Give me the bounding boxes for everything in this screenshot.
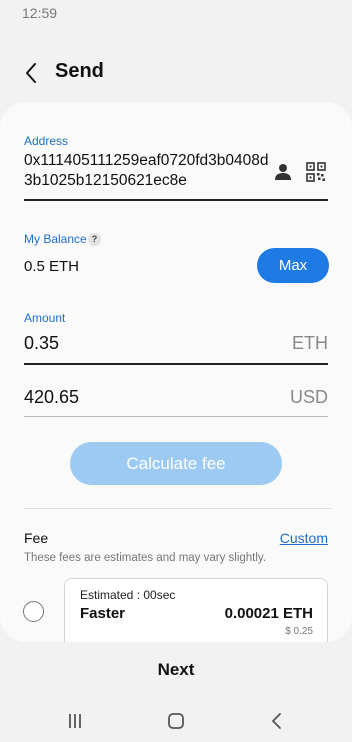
balance-label: My Balance (24, 232, 87, 246)
eth-unit-label: ETH (292, 333, 328, 353)
custom-fee-link[interactable]: Custom (280, 530, 328, 546)
address-input[interactable]: 0x111405111259eaf0720fd3b0408d3b1025b121… (24, 151, 269, 191)
home-icon[interactable] (165, 710, 187, 732)
fee-note: These fees are estimates and may vary sl… (24, 552, 267, 564)
next-button[interactable]: Next (126, 655, 226, 685)
nav-back-icon[interactable] (266, 710, 288, 732)
recents-icon[interactable] (62, 710, 88, 732)
back-button[interactable] (14, 58, 48, 88)
usd-amount-underline (24, 416, 328, 417)
send-form-card: Address 0x111405111259eaf0720fd3b0408d3b… (0, 102, 352, 642)
qr-code-icon[interactable] (306, 162, 326, 182)
address-label: Address (24, 134, 69, 148)
info-icon[interactable]: ? (88, 233, 101, 246)
fee-title: Fee (24, 530, 49, 546)
amount-label: Amount (24, 311, 66, 325)
address-underline (24, 199, 328, 201)
status-bar: 12:59 (0, 0, 352, 28)
section-divider (24, 508, 332, 509)
fee-option-radio[interactable] (23, 601, 44, 622)
back-arrow-icon (26, 63, 36, 83)
eth-amount-underline (24, 363, 328, 365)
eth-amount-input[interactable]: 0.35 (24, 333, 59, 354)
contact-person-icon[interactable] (273, 162, 293, 182)
page-title: Send (55, 60, 104, 82)
system-nav-bar (0, 700, 352, 742)
calculate-fee-button[interactable]: Calculate fee (70, 442, 282, 485)
app-header: Send (0, 50, 352, 94)
fee-usd-amount: $ 0.25 (285, 626, 313, 637)
fee-estimated-time: Estimated : 00sec (80, 588, 176, 602)
balance-value: 0.5 ETH (24, 258, 80, 275)
usd-unit-label: USD (289, 387, 328, 407)
fee-speed-label: Faster (80, 605, 126, 622)
fee-option-card[interactable]: Estimated : 00sec Faster 0.00021 ETH $ 0… (64, 578, 328, 642)
max-button[interactable]: Max (257, 248, 329, 283)
usd-amount-input[interactable]: 420.65 (24, 387, 79, 408)
fee-eth-amount: 0.00021 ETH (224, 605, 313, 622)
status-time: 12:59 (22, 5, 58, 21)
